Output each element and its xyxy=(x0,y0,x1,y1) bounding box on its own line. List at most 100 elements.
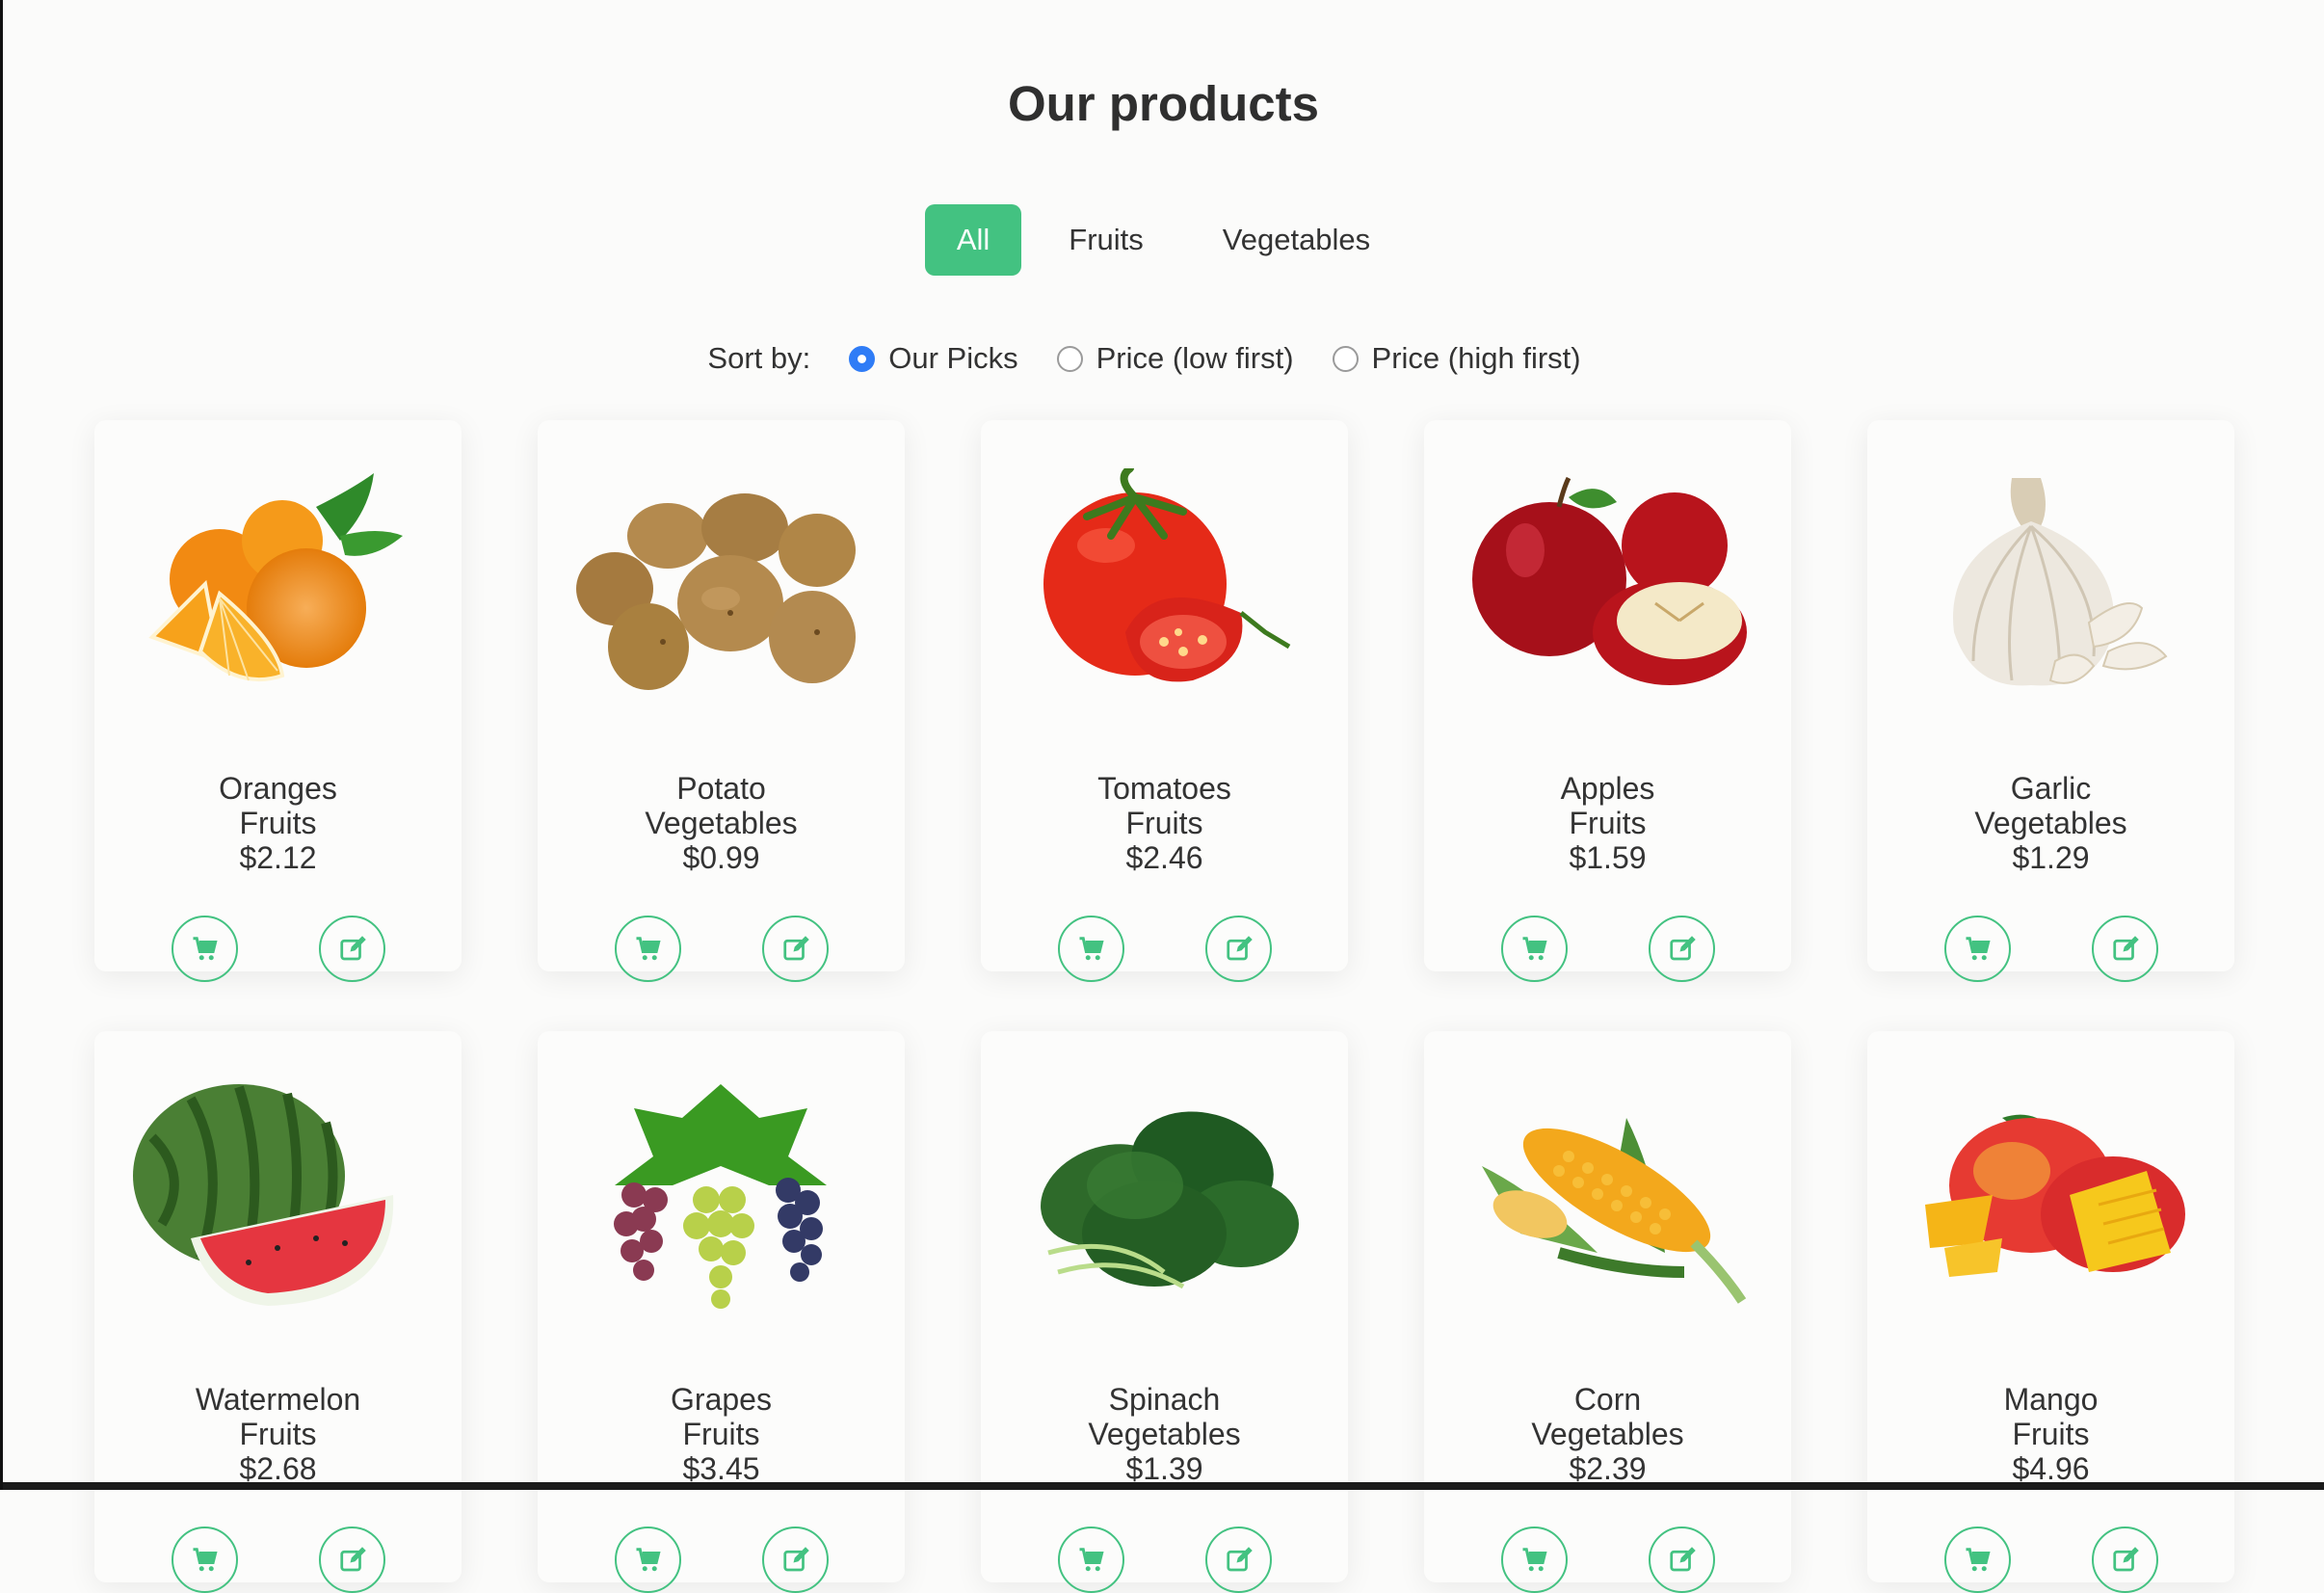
edit-button[interactable] xyxy=(1205,1527,1272,1593)
product-name: Apples xyxy=(1560,771,1655,806)
product-category: Vegetables xyxy=(1974,806,2127,840)
edit-button[interactable] xyxy=(1205,916,1272,982)
cart-icon xyxy=(1079,936,1104,960)
cart-icon xyxy=(193,1547,218,1571)
product-name: Potato xyxy=(676,771,766,806)
product-price: $3.45 xyxy=(682,1451,760,1486)
product-category: Fruits xyxy=(1125,806,1203,840)
product-price: $2.39 xyxy=(1569,1451,1647,1486)
filter-all-button[interactable]: All xyxy=(924,204,1022,276)
edit-icon xyxy=(1669,935,1696,960)
product-category: Fruits xyxy=(1569,806,1647,840)
potato-icon xyxy=(576,493,856,690)
edit-icon xyxy=(2112,935,2139,960)
product-name: Spinach xyxy=(1108,1382,1221,1417)
product-name: Watermelon xyxy=(195,1382,361,1417)
edit-button[interactable] xyxy=(2092,1527,2158,1593)
sort-option-label: Our Picks xyxy=(888,341,1018,375)
filter-vegetables-button[interactable]: Vegetables xyxy=(1191,204,1402,276)
edit-icon xyxy=(1226,1546,1253,1571)
corn-icon xyxy=(1482,1118,1747,1304)
product-category: Fruits xyxy=(239,806,317,840)
product-card: Grapes Fruits $3.45 xyxy=(538,1031,905,1593)
edit-icon xyxy=(1669,1546,1696,1571)
window-bottom-edge xyxy=(3,1482,2324,1490)
radio-price-low[interactable] xyxy=(1056,345,1083,372)
product-name: Tomatoes xyxy=(1097,771,1231,806)
product-name: Oranges xyxy=(219,771,337,806)
edit-button[interactable] xyxy=(1649,916,1715,982)
product-card: Corn Vegetables $2.39 xyxy=(1424,1031,1791,1593)
sort-option-price-low[interactable]: Price (low first) xyxy=(1056,341,1294,376)
cart-icon xyxy=(636,936,661,960)
product-price: $1.39 xyxy=(1125,1451,1203,1486)
cart-icon xyxy=(1966,1547,1991,1571)
add-to-cart-button[interactable] xyxy=(172,1527,238,1593)
mango-icon xyxy=(1925,1114,2185,1277)
edit-button[interactable] xyxy=(319,916,385,982)
edit-button[interactable] xyxy=(319,1527,385,1593)
apple-icon xyxy=(1472,476,1747,685)
product-price: $0.99 xyxy=(682,840,760,875)
sort-option-label: Price (low first) xyxy=(1096,341,1294,375)
product-card: Spinach Vegetables $1.39 xyxy=(981,1031,1348,1593)
product-price: $2.46 xyxy=(1125,840,1203,875)
cart-icon xyxy=(1522,936,1547,960)
radio-price-high[interactable] xyxy=(1332,345,1359,372)
filter-fruits-button[interactable]: Fruits xyxy=(1037,204,1175,276)
sort-label: Sort by: xyxy=(707,341,811,375)
add-to-cart-button[interactable] xyxy=(172,916,238,982)
orange-icon xyxy=(148,473,403,682)
radio-our-picks[interactable] xyxy=(849,345,876,372)
add-to-cart-button[interactable] xyxy=(1501,916,1568,982)
product-category: Fruits xyxy=(682,1417,760,1451)
edit-icon xyxy=(782,935,809,960)
sort-option-our-picks[interactable]: Our Picks xyxy=(849,341,1018,376)
edit-icon xyxy=(1226,935,1253,960)
page-title: Our products xyxy=(1007,76,1319,131)
add-to-cart-button[interactable] xyxy=(1944,916,2011,982)
product-category: Vegetables xyxy=(645,806,798,840)
product-grid: Oranges Fruits $2.12 Potato Vegetables $… xyxy=(94,420,2235,1593)
product-name: Garlic xyxy=(2010,771,2092,806)
add-to-cart-button[interactable] xyxy=(1944,1527,2011,1593)
product-card: Tomatoes Fruits $2.46 xyxy=(981,420,1348,982)
garlic-icon xyxy=(1953,478,2168,686)
watermelon-icon xyxy=(133,1084,394,1306)
cart-icon xyxy=(1966,936,1991,960)
add-to-cart-button[interactable] xyxy=(1501,1527,1568,1593)
cart-icon xyxy=(1079,1547,1104,1571)
product-card: Oranges Fruits $2.12 xyxy=(94,420,462,982)
product-card: Apples Fruits $1.59 xyxy=(1424,420,1791,982)
product-category: Fruits xyxy=(239,1417,317,1451)
add-to-cart-button[interactable] xyxy=(1058,916,1124,982)
grapes-icon xyxy=(614,1084,827,1309)
product-price: $1.59 xyxy=(1569,840,1647,875)
product-price: $1.29 xyxy=(2012,840,2090,875)
spinach-icon xyxy=(1041,1111,1299,1289)
edit-button[interactable] xyxy=(1649,1527,1715,1593)
add-to-cart-button[interactable] xyxy=(615,916,681,982)
sort-option-label: Price (high first) xyxy=(1371,341,1581,375)
edit-icon xyxy=(339,935,366,960)
cart-icon xyxy=(1522,1547,1547,1571)
edit-icon xyxy=(2112,1546,2139,1571)
product-name: Mango xyxy=(2003,1382,2099,1417)
product-card: Garlic Vegetables $1.29 xyxy=(1867,420,2234,982)
product-price: $2.68 xyxy=(239,1451,317,1486)
edit-button[interactable] xyxy=(762,1527,829,1593)
add-to-cart-button[interactable] xyxy=(615,1527,681,1593)
product-category: Vegetables xyxy=(1531,1417,1684,1451)
edit-button[interactable] xyxy=(2092,916,2158,982)
sort-controls: Sort by: Our Picks Price (low first) Pri… xyxy=(3,341,2324,376)
product-category: Vegetables xyxy=(1088,1417,1241,1451)
edit-icon xyxy=(339,1546,366,1571)
sort-option-price-high[interactable]: Price (high first) xyxy=(1332,341,1581,376)
edit-button[interactable] xyxy=(762,916,829,982)
category-filters: All Fruits Vegetables xyxy=(3,204,2324,276)
tomato-icon xyxy=(1043,468,1291,682)
product-card: Watermelon Fruits $2.68 xyxy=(94,1031,462,1593)
product-price: $2.12 xyxy=(239,840,317,875)
add-to-cart-button[interactable] xyxy=(1058,1527,1124,1593)
product-name: Corn xyxy=(1573,1382,1642,1417)
